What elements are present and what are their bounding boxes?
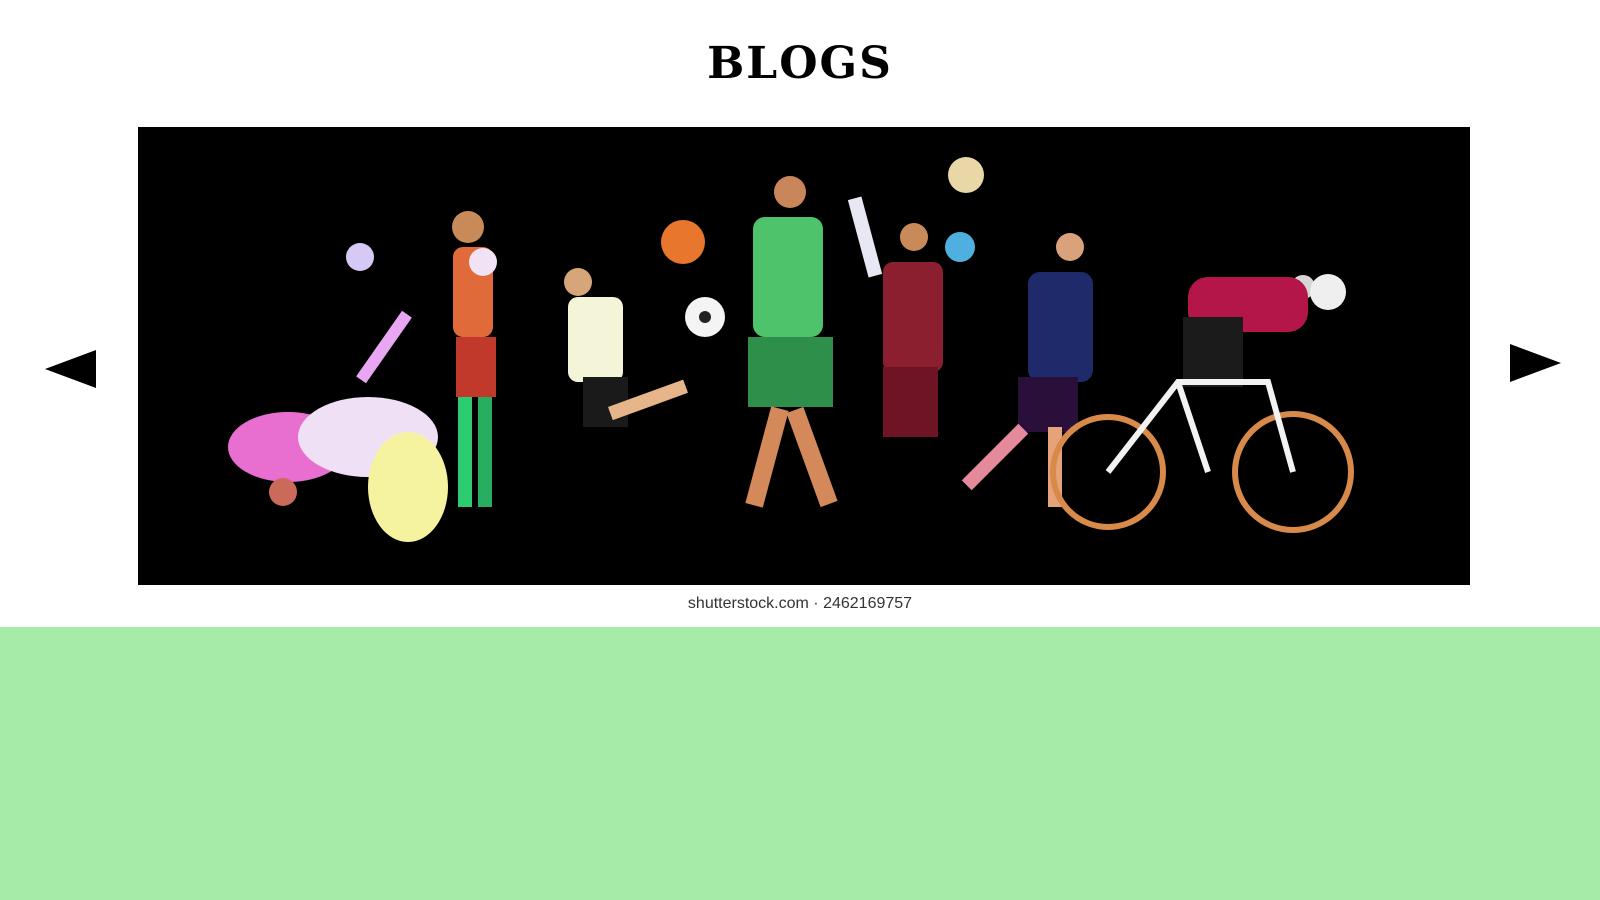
sports-athletes-illustration <box>138 127 1470 585</box>
green-footer-band <box>0 627 1600 900</box>
blogs-page: BLOGS shutterstock.com · 2462169757 <box>0 0 1600 900</box>
page-title: BLOGS <box>707 38 893 89</box>
image-credit-caption: shutterstock.com · 2462169757 <box>687 595 913 612</box>
carousel-next-icon[interactable] <box>1510 344 1561 382</box>
carousel-image <box>138 127 1470 585</box>
carousel-prev-icon[interactable] <box>45 350 96 388</box>
